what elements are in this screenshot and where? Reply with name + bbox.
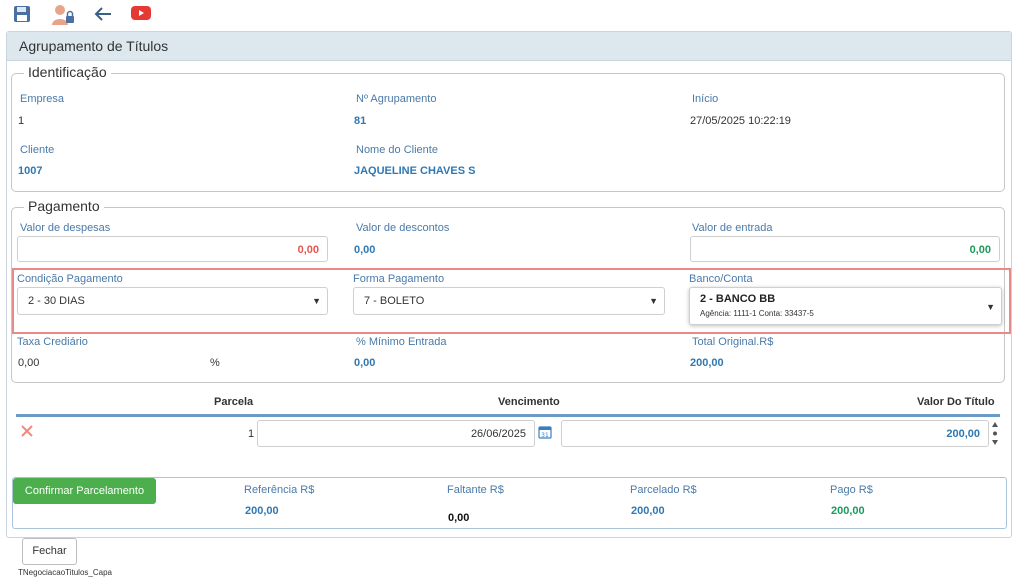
empresa-value: 1 <box>18 115 25 127</box>
taxa-unit: % <box>210 357 220 369</box>
chevron-down-icon: ▼ <box>649 296 658 306</box>
cliente-label: Cliente <box>20 144 55 156</box>
pagamento-legend: Pagamento <box>24 198 104 214</box>
chevron-down-icon: ▼ <box>986 302 995 312</box>
vencimento-input[interactable]: 26/06/2025 <box>257 420 535 447</box>
condicao-label: Condição Pagamento <box>17 273 123 285</box>
inicio-label: Início <box>692 93 719 105</box>
delete-icon[interactable] <box>20 424 34 438</box>
parcelado-label: Parcelado R$ <box>630 484 697 496</box>
banco-label: Banco/Conta <box>689 273 753 285</box>
save-icon[interactable] <box>12 4 36 26</box>
forma-value: 7 - BOLETO <box>364 295 425 307</box>
inicio-value: 27/05/2025 10:22:19 <box>690 115 791 127</box>
taxa-label: Taxa Crediário <box>17 336 88 348</box>
minimo-value: 0,00 <box>354 357 376 369</box>
descontos-value: 0,00 <box>354 244 376 256</box>
agrupamento-value: 81 <box>354 115 367 127</box>
referencia-label: Referência R$ <box>244 484 315 496</box>
cliente-value: 1007 <box>18 165 43 177</box>
faltante-label: Faltante R$ <box>447 484 504 496</box>
forma-select[interactable]: 7 - BOLETO ▼ <box>353 287 665 315</box>
despesas-input[interactable]: 0,00 <box>17 236 328 262</box>
banco-select[interactable]: 2 - BANCO BB Agência: 1111-1 Conta: 3343… <box>689 287 1002 325</box>
forma-label: Forma Pagamento <box>353 273 445 285</box>
confirmar-parcelamento-button[interactable]: Confirmar Parcelamento <box>13 478 156 504</box>
banco-value: 2 - BANCO BB <box>700 293 776 305</box>
nome-cliente-value: JAQUELINE CHAVES S <box>354 165 476 177</box>
identificacao-fieldset: Identificação <box>11 64 1005 192</box>
descontos-label: Valor de descontos <box>356 222 450 234</box>
pago-value: 200,00 <box>831 505 865 517</box>
parcelado-value: 200,00 <box>631 505 665 517</box>
entrada-label: Valor de entrada <box>692 222 773 234</box>
col-vencimento[interactable]: Vencimento <box>498 396 560 408</box>
user-lock-icon[interactable] <box>51 4 75 26</box>
col-parcela[interactable]: Parcela <box>214 396 253 408</box>
condicao-select[interactable]: 2 - 30 DIAS ▼ <box>17 287 328 315</box>
entrada-input[interactable]: 0,00 <box>690 236 1000 262</box>
empresa-label: Empresa <box>20 93 65 105</box>
nome-cliente-label: Nome do Cliente <box>356 144 438 156</box>
minimo-label: % Mínimo Entrada <box>356 336 447 348</box>
despesas-label: Valor de despesas <box>20 222 111 234</box>
agrupamento-label: Nº Agrupamento <box>356 93 437 105</box>
back-arrow-icon[interactable] <box>92 4 116 26</box>
referencia-value: 200,00 <box>245 505 279 517</box>
condicao-value: 2 - 30 DIAS <box>28 295 85 307</box>
grid-header-line <box>16 414 1000 417</box>
fechar-button[interactable]: Fechar <box>22 538 77 565</box>
pago-label: Pago R$ <box>830 484 873 496</box>
calendar-icon[interactable]: 31 <box>538 425 552 439</box>
chevron-down-icon: ▼ <box>312 296 321 306</box>
toolbar <box>0 0 1024 30</box>
banco-detail: Agência: 1111-1 Conta: 33437-5 <box>700 309 814 318</box>
total-label: Total Original.R$ <box>692 336 774 348</box>
total-value: 200,00 <box>690 357 724 369</box>
taxa-value: 0,00 <box>18 357 40 369</box>
col-valor[interactable]: Valor Do Título <box>917 396 995 408</box>
form-name: TNegociacaoTitulos_Capa <box>18 568 112 577</box>
identificacao-legend: Identificação <box>24 64 111 80</box>
youtube-icon[interactable] <box>130 4 154 26</box>
panel-title: Agrupamento de Títulos <box>7 32 1011 61</box>
parcela-value: 1 <box>248 428 255 440</box>
faltante-value: 0,00 <box>448 512 470 524</box>
svg-text:31: 31 <box>541 432 549 439</box>
valor-input[interactable]: 200,00 <box>561 420 989 447</box>
spinner-icon[interactable] <box>990 420 1000 447</box>
